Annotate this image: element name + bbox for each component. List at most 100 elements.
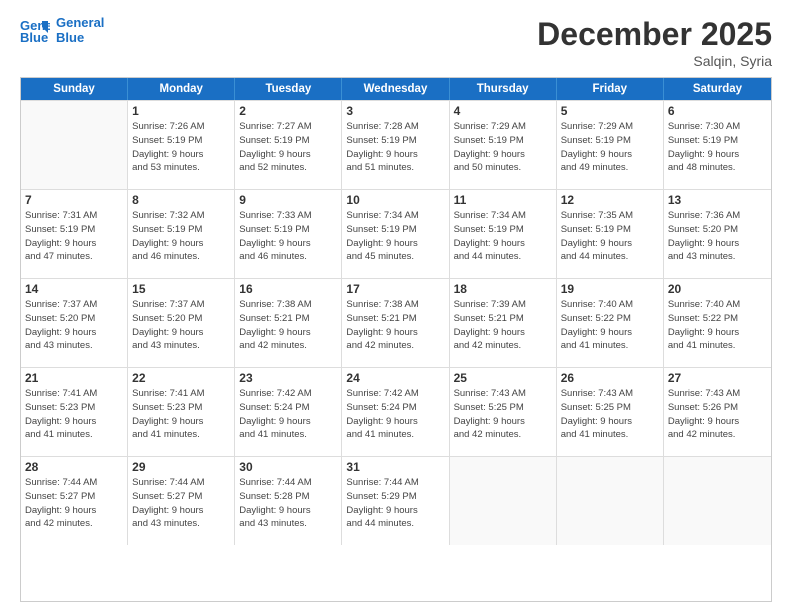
calendar-cell: 4Sunrise: 7:29 AM Sunset: 5:19 PM Daylig… xyxy=(450,101,557,189)
calendar-cell: 30 Sunrise: 7:44 AM Sunset: 5:28 PM Dayli… xyxy=(235,457,342,545)
day-info: Sunrise: 7:42 AM Sunset: 5:24 PM Dayligh… xyxy=(346,387,444,442)
day-info: Sunrise: 7:39 AM Sunset: 5:21 PM Dayligh… xyxy=(454,298,552,353)
logo: General Blue General Blue xyxy=(20,16,104,46)
calendar-cell: 13Sunrise: 7:36 AM Sunset: 5:20 PM Dayli… xyxy=(664,190,771,278)
day-number: 18 xyxy=(454,282,552,296)
day-info: Sunrise: 7:31 AM Sunset: 5:19 PM Dayligh… xyxy=(25,209,123,264)
day-number: 7 xyxy=(25,193,123,207)
weekday-header: Thursday xyxy=(450,78,557,100)
day-info: Sunrise: 7:28 AM Sunset: 5:19 PM Dayligh… xyxy=(346,120,444,175)
page: General Blue General Blue December 2025 … xyxy=(0,0,792,612)
day-info: Sunrise: 7:37 AM Sunset: 5:20 PM Dayligh… xyxy=(132,298,230,353)
calendar-cell: 25 Sunrise: 7:43 AM Sunset: 5:25 PM Dayli… xyxy=(450,368,557,456)
day-number: 22 xyxy=(132,371,230,385)
calendar-title: December 2025 xyxy=(537,16,772,53)
calendar-cell: 5 Sunrise: 7:29 AM Sunset: 5:19 PM Daylig… xyxy=(557,101,664,189)
day-number: 17 xyxy=(346,282,444,296)
day-number: 19 xyxy=(561,282,659,296)
svg-text:Blue: Blue xyxy=(20,30,48,45)
day-info: Sunrise: 7:34 AM Sunset: 5:19 PM Dayligh… xyxy=(454,209,552,264)
day-info: Sunrise: 7:33 AM Sunset: 5:19 PM Dayligh… xyxy=(239,209,337,264)
calendar-cell: 9Sunrise: 7:33 AM Sunset: 5:19 PM Daylig… xyxy=(235,190,342,278)
calendar-cell: 28 Sunrise: 7:44 AM Sunset: 5:27 PM Dayli… xyxy=(21,457,128,545)
day-info: Sunrise: 7:43 AM Sunset: 5:25 PM Dayligh… xyxy=(454,387,552,442)
day-number: 24 xyxy=(346,371,444,385)
calendar-cell: 31Sunrise: 7:44 AM Sunset: 5:29 PM Dayli… xyxy=(342,457,449,545)
day-number: 8 xyxy=(132,193,230,207)
day-info: Sunrise: 7:27 AM Sunset: 5:19 PM Dayligh… xyxy=(239,120,337,175)
day-number: 26 xyxy=(561,371,659,385)
day-info: Sunrise: 7:29 AM Sunset: 5:19 PM Dayligh… xyxy=(561,120,659,175)
day-number: 29 xyxy=(132,460,230,474)
calendar-cell: 18 Sunrise: 7:39 AM Sunset: 5:21 PM Dayli… xyxy=(450,279,557,367)
weekday-header: Wednesday xyxy=(342,78,449,100)
logo-icon: General Blue xyxy=(20,17,50,45)
day-info: Sunrise: 7:35 AM Sunset: 5:19 PM Dayligh… xyxy=(561,209,659,264)
title-block: December 2025 Salqin, Syria xyxy=(537,16,772,69)
calendar-row: 1 Sunrise: 7:26 AM Sunset: 5:19 PM Daylig… xyxy=(21,100,771,189)
day-number: 23 xyxy=(239,371,337,385)
day-number: 5 xyxy=(561,104,659,118)
calendar-cell xyxy=(664,457,771,545)
calendar-cell: 17Sunrise: 7:38 AM Sunset: 5:21 PM Dayli… xyxy=(342,279,449,367)
day-number: 1 xyxy=(132,104,230,118)
day-number: 16 xyxy=(239,282,337,296)
calendar-cell: 10Sunrise: 7:34 AM Sunset: 5:19 PM Dayli… xyxy=(342,190,449,278)
day-info: Sunrise: 7:44 AM Sunset: 5:28 PM Dayligh… xyxy=(239,476,337,531)
calendar-cell: 16 Sunrise: 7:38 AM Sunset: 5:21 PM Dayli… xyxy=(235,279,342,367)
day-number: 20 xyxy=(668,282,767,296)
calendar-cell xyxy=(450,457,557,545)
day-number: 12 xyxy=(561,193,659,207)
weekday-header: Friday xyxy=(557,78,664,100)
day-number: 6 xyxy=(668,104,767,118)
calendar-cell: 26 Sunrise: 7:43 AM Sunset: 5:25 PM Dayli… xyxy=(557,368,664,456)
day-info: Sunrise: 7:44 AM Sunset: 5:27 PM Dayligh… xyxy=(132,476,230,531)
day-info: Sunrise: 7:42 AM Sunset: 5:24 PM Dayligh… xyxy=(239,387,337,442)
calendar-row: 28 Sunrise: 7:44 AM Sunset: 5:27 PM Dayli… xyxy=(21,456,771,545)
calendar-cell: 15 Sunrise: 7:37 AM Sunset: 5:20 PM Dayli… xyxy=(128,279,235,367)
day-info: Sunrise: 7:29 AM Sunset: 5:19 PM Dayligh… xyxy=(454,120,552,175)
day-info: Sunrise: 7:37 AM Sunset: 5:20 PM Dayligh… xyxy=(25,298,123,353)
calendar-cell: 14Sunrise: 7:37 AM Sunset: 5:20 PM Dayli… xyxy=(21,279,128,367)
calendar-row: 14Sunrise: 7:37 AM Sunset: 5:20 PM Dayli… xyxy=(21,278,771,367)
calendar-cell: 1 Sunrise: 7:26 AM Sunset: 5:19 PM Daylig… xyxy=(128,101,235,189)
calendar-cell: 11Sunrise: 7:34 AM Sunset: 5:19 PM Dayli… xyxy=(450,190,557,278)
calendar-cell xyxy=(21,101,128,189)
calendar-cell: 8Sunrise: 7:32 AM Sunset: 5:19 PM Daylig… xyxy=(128,190,235,278)
day-info: Sunrise: 7:44 AM Sunset: 5:27 PM Dayligh… xyxy=(25,476,123,531)
calendar-cell: 29 Sunrise: 7:44 AM Sunset: 5:27 PM Dayli… xyxy=(128,457,235,545)
day-number: 10 xyxy=(346,193,444,207)
day-number: 21 xyxy=(25,371,123,385)
calendar-subtitle: Salqin, Syria xyxy=(537,53,772,69)
day-number: 28 xyxy=(25,460,123,474)
header: General Blue General Blue December 2025 … xyxy=(20,16,772,69)
day-info: Sunrise: 7:43 AM Sunset: 5:25 PM Dayligh… xyxy=(561,387,659,442)
logo-general: General xyxy=(56,16,104,31)
day-number: 30 xyxy=(239,460,337,474)
calendar-cell: 19 Sunrise: 7:40 AM Sunset: 5:22 PM Dayli… xyxy=(557,279,664,367)
calendar: SundayMondayTuesdayWednesdayThursdayFrid… xyxy=(20,77,772,602)
day-info: Sunrise: 7:40 AM Sunset: 5:22 PM Dayligh… xyxy=(668,298,767,353)
day-number: 31 xyxy=(346,460,444,474)
calendar-cell: 12 Sunrise: 7:35 AM Sunset: 5:19 PM Dayli… xyxy=(557,190,664,278)
day-number: 15 xyxy=(132,282,230,296)
calendar-row: 7 Sunrise: 7:31 AM Sunset: 5:19 PM Daylig… xyxy=(21,189,771,278)
calendar-cell: 27Sunrise: 7:43 AM Sunset: 5:26 PM Dayli… xyxy=(664,368,771,456)
day-info: Sunrise: 7:26 AM Sunset: 5:19 PM Dayligh… xyxy=(132,120,230,175)
day-info: Sunrise: 7:43 AM Sunset: 5:26 PM Dayligh… xyxy=(668,387,767,442)
day-info: Sunrise: 7:38 AM Sunset: 5:21 PM Dayligh… xyxy=(239,298,337,353)
calendar-cell: 2 Sunrise: 7:27 AM Sunset: 5:19 PM Daylig… xyxy=(235,101,342,189)
day-info: Sunrise: 7:40 AM Sunset: 5:22 PM Dayligh… xyxy=(561,298,659,353)
logo-blue: Blue xyxy=(56,31,104,46)
weekday-header: Monday xyxy=(128,78,235,100)
calendar-cell xyxy=(557,457,664,545)
calendar-cell: 3 Sunrise: 7:28 AM Sunset: 5:19 PM Daylig… xyxy=(342,101,449,189)
day-info: Sunrise: 7:41 AM Sunset: 5:23 PM Dayligh… xyxy=(132,387,230,442)
day-number: 2 xyxy=(239,104,337,118)
calendar-row: 21 Sunrise: 7:41 AM Sunset: 5:23 PM Dayli… xyxy=(21,367,771,456)
day-number: 25 xyxy=(454,371,552,385)
day-number: 3 xyxy=(346,104,444,118)
calendar-cell: 20 Sunrise: 7:40 AM Sunset: 5:22 PM Dayli… xyxy=(664,279,771,367)
day-info: Sunrise: 7:30 AM Sunset: 5:19 PM Dayligh… xyxy=(668,120,767,175)
calendar-cell: 24 Sunrise: 7:42 AM Sunset: 5:24 PM Dayli… xyxy=(342,368,449,456)
